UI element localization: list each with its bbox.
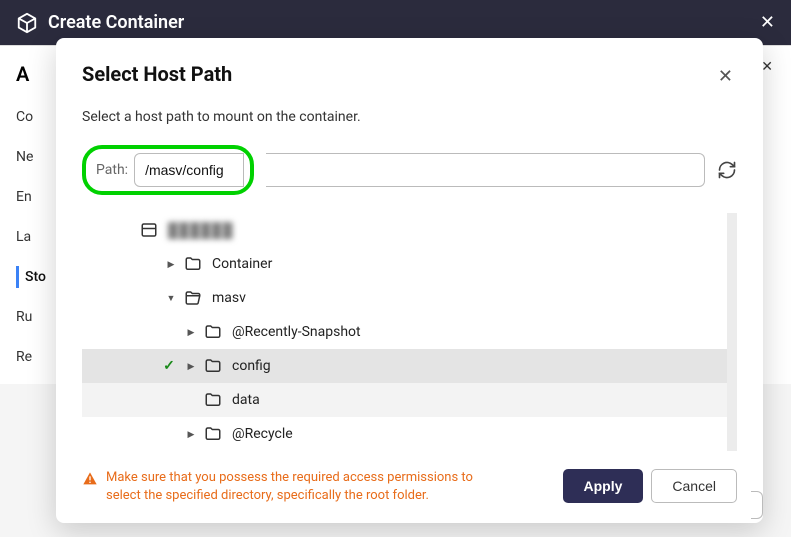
tree-item-label: Container (212, 256, 272, 272)
close-icon[interactable]: ✕ (760, 12, 775, 33)
path-label: Path: (96, 162, 128, 178)
tree-item-container[interactable]: Container (82, 247, 727, 281)
warning-text: Make sure that you possess the required … (106, 469, 502, 505)
tree-item-label: @Recycle (232, 426, 293, 442)
path-input-extension[interactable] (266, 153, 705, 187)
check-icon: ✓ (160, 358, 178, 374)
volume-icon (140, 221, 158, 239)
modal-title: Select Host Path (82, 62, 232, 86)
folder-icon (204, 425, 222, 443)
select-host-path-modal: Select Host Path ✕ Select a host path to… (56, 38, 763, 523)
warning-message: Make sure that you possess the required … (82, 469, 502, 505)
path-input[interactable] (134, 153, 244, 187)
tree-root-label: ██████ (168, 222, 234, 239)
path-row: Path: (82, 145, 737, 195)
warning-icon (82, 471, 98, 493)
tree-item-label: @Recently-Snapshot (232, 324, 361, 340)
folder-icon (184, 255, 202, 273)
modal-footer: Make sure that you possess the required … (82, 469, 737, 505)
apply-button[interactable]: Apply (563, 469, 644, 503)
tree-item-label: data (232, 392, 260, 408)
refresh-icon[interactable] (717, 160, 737, 180)
path-highlight: Path: (82, 145, 254, 195)
cancel-button[interactable]: Cancel (651, 469, 737, 503)
chevron-down-icon[interactable] (164, 293, 178, 304)
chevron-right-icon[interactable] (184, 429, 198, 440)
tree-item-label: masv (212, 290, 246, 306)
chevron-right-icon[interactable] (184, 361, 198, 372)
chevron-right-icon[interactable] (164, 259, 178, 270)
close-icon[interactable]: ✕ (761, 59, 773, 75)
modal-subtitle: Select a host path to mount on the conta… (82, 109, 737, 125)
folder-tree: ██████ Container masv @Recently-Snapshot ✓ c… (82, 213, 737, 451)
tree-item--recently-snapshot[interactable]: @Recently-Snapshot (82, 315, 727, 349)
tree-item-data[interactable]: data (82, 383, 727, 417)
close-icon[interactable]: ✕ (714, 62, 737, 91)
folder-icon (204, 357, 222, 375)
folder-icon (204, 323, 222, 341)
folder-open-icon (184, 289, 202, 307)
background-edge (751, 491, 763, 519)
tree-item-label: config (232, 358, 271, 374)
tree-item-config[interactable]: ✓ config (82, 349, 727, 383)
tree-item-masv[interactable]: masv (82, 281, 727, 315)
cube-icon (16, 12, 38, 34)
tree-root[interactable]: ██████ (82, 213, 727, 247)
tree-item--recycle[interactable]: @Recycle (82, 417, 727, 451)
chevron-right-icon[interactable] (184, 327, 198, 338)
create-container-title: Create Container (48, 12, 184, 33)
folder-icon (204, 391, 222, 409)
